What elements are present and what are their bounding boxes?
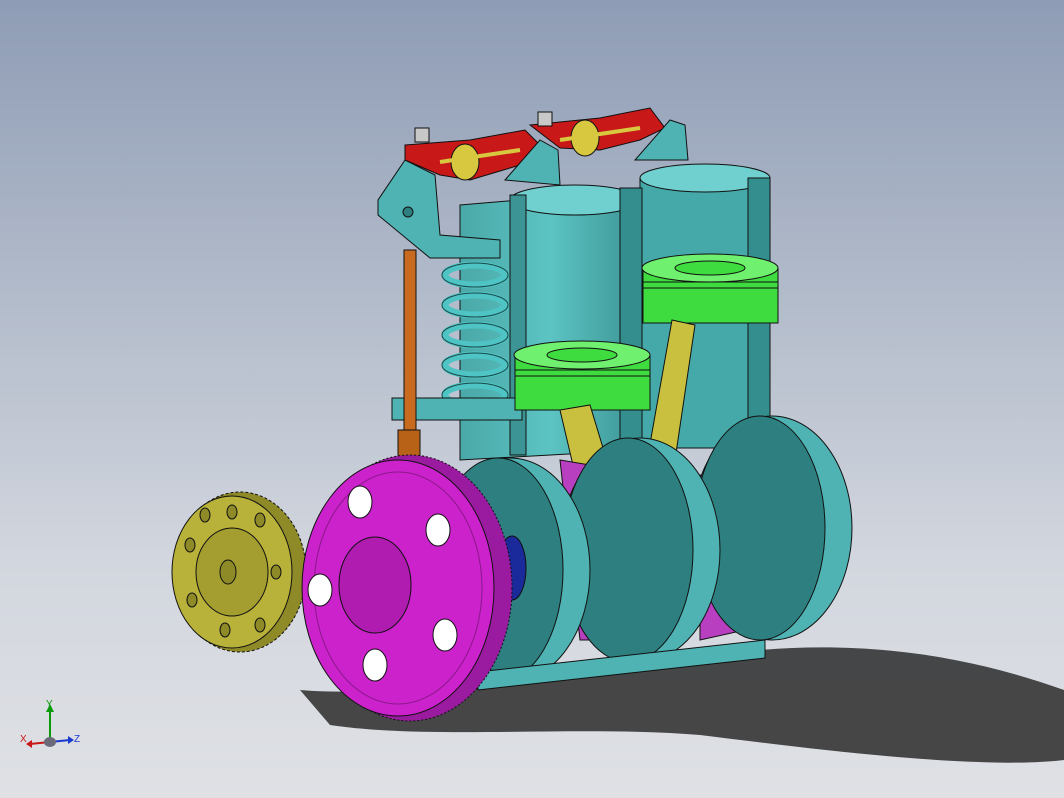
y-axis-label: Y: [46, 699, 53, 710]
cad-viewport[interactable]: Y X Z: [0, 0, 1064, 798]
engine-model[interactable]: [0, 0, 1064, 798]
piston-front: [513, 340, 651, 411]
x-axis-arrow: [26, 740, 32, 748]
x-axis-label: X: [20, 734, 27, 745]
pushrod: [403, 249, 417, 461]
z-axis-label: Z: [74, 734, 80, 745]
big-gear: [301, 454, 513, 722]
triad-origin: [44, 737, 56, 747]
coordinate-triad: Y X Z: [20, 699, 80, 748]
piston-rear: [641, 253, 779, 324]
small-gear: [171, 491, 307, 653]
